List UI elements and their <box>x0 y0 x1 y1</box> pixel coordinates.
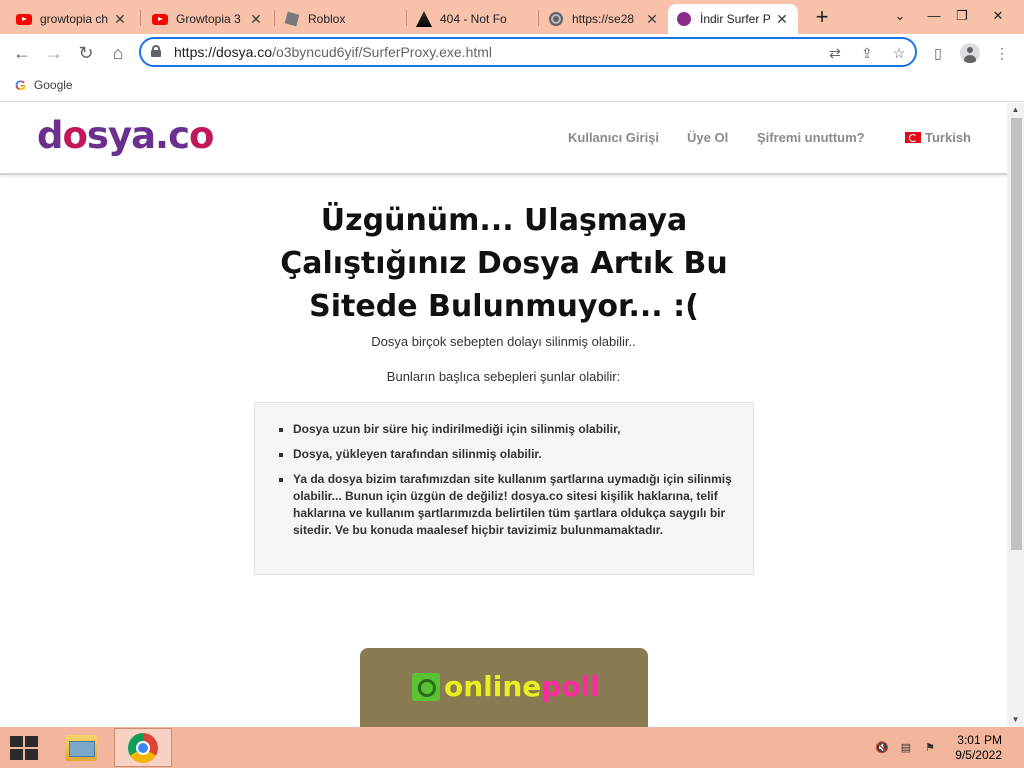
list-item: Dosya uzun bir süre hiç indirilmediği iç… <box>293 421 733 438</box>
action-center-icon[interactable]: ⚑ <box>922 741 938 755</box>
profile-button[interactable] <box>960 43 980 63</box>
folder-icon <box>65 734 97 761</box>
close-window-icon[interactable]: ✕ <box>986 4 1010 28</box>
page-viewport: dosya.co Kullanıcı Girişi Üye Ol Şifremi… <box>0 103 1024 727</box>
close-tab-icon[interactable]: ✕ <box>774 11 790 28</box>
ad-logo: online poll <box>412 670 600 703</box>
ad-word-online: online <box>444 670 542 703</box>
signup-link[interactable]: Üye Ol <box>687 130 728 145</box>
file-explorer-button[interactable] <box>52 728 110 767</box>
surfer-icon <box>676 11 692 27</box>
tab-search-chevron-icon[interactable]: ⌄ <box>888 4 912 28</box>
lock-icon[interactable] <box>151 45 161 57</box>
logo-part: d <box>37 114 63 157</box>
share-icon[interactable]: ⇪ <box>857 43 877 63</box>
youtube-icon <box>152 11 168 27</box>
network-icon[interactable]: ▤ <box>898 741 914 755</box>
reasons-box: Dosya uzun bir süre hiç indirilmediği iç… <box>254 402 754 575</box>
tab-title: Roblox <box>308 12 346 26</box>
tab-title: 404 - Not Fo <box>440 12 507 26</box>
list-item: Ya da dosya bizim tarafımızdan site kull… <box>293 471 733 539</box>
subtitle-1: Dosya birçok sebepten dolayı silinmiş ol… <box>371 334 636 349</box>
close-tab-icon[interactable]: ✕ <box>112 11 128 28</box>
forgot-password-link[interactable]: Şifremi unuttum? <box>757 130 865 145</box>
bookmark-label: Google <box>33 78 73 92</box>
url-text: https://dosya.co/o3byncud6yif/SurferProx… <box>174 44 492 60</box>
restore-icon[interactable]: ❐ <box>950 4 974 28</box>
url-host: https://dosya.co <box>174 44 273 60</box>
site-logo[interactable]: dosya.co <box>37 114 214 157</box>
logo-part: sya <box>86 114 156 157</box>
tab-se28[interactable]: https://se28 ✕ <box>540 4 668 34</box>
page-title: Üzgünüm... Ulaşmaya Çalıştığınız Dosya A… <box>280 203 728 324</box>
chrome-taskbar-button[interactable] <box>114 728 172 767</box>
forgot-label: Şifremi unuttum? <box>757 130 865 145</box>
advertisement-banner[interactable]: online poll <box>360 648 648 727</box>
address-bar[interactable]: https://dosya.co/o3byncud6yif/SurferProx… <box>139 37 917 67</box>
scroll-up-arrow-icon[interactable]: ▲ <box>1007 103 1024 117</box>
url-path: /o3byncud6yif/SurferProxy.exe.html <box>272 44 493 60</box>
scroll-down-arrow-icon[interactable]: ▼ <box>1007 713 1024 727</box>
turkey-flag-icon <box>905 132 921 143</box>
roblox-icon <box>284 11 300 27</box>
logo-part: o <box>189 114 214 157</box>
tab-404-not-found[interactable]: 404 - Not Fo <box>408 4 536 34</box>
bookmark-google[interactable]: G Google <box>15 77 73 93</box>
tab-strip: growtopia ch ✕ Growtopia 3 ✕ Roblox 404 … <box>0 0 1024 34</box>
tab-title: İndir Surfer P <box>700 12 771 26</box>
tab-growtopia-ch[interactable]: growtopia ch ✕ <box>8 4 136 34</box>
close-tab-icon[interactable]: ✕ <box>248 11 264 28</box>
volume-muted-icon[interactable]: 🔇 <box>874 741 890 755</box>
logo-part: o <box>62 114 88 157</box>
avatar-icon <box>960 43 980 63</box>
system-clock[interactable]: 3:01 PM 9/5/2022 <box>955 733 1002 763</box>
subtitle-2: Bunların başlıca sebepleri şunlar olabil… <box>386 369 621 384</box>
language-selector[interactable]: Turkish <box>905 130 971 145</box>
clock-time: 3:01 PM <box>957 733 1002 747</box>
globe-icon <box>548 11 564 27</box>
windows-start-icon[interactable] <box>10 736 38 760</box>
youtube-icon <box>16 11 32 27</box>
tab-roblox[interactable]: Roblox <box>276 4 404 34</box>
browser-toolbar: ← → ↻ ⌂ https://dosya.co/o3byncud6yif/Su… <box>0 34 1024 71</box>
scrollbar-thumb[interactable] <box>1011 118 1022 550</box>
login-link[interactable]: Kullanıcı Girişi <box>568 130 659 145</box>
minimize-icon[interactable]: — <box>922 4 946 28</box>
side-panel-icon[interactable]: ▯ <box>928 43 948 63</box>
new-tab-button[interactable]: + <box>812 6 832 28</box>
bookmark-star-icon[interactable]: ☆ <box>889 43 909 63</box>
tab-title: https://se28 <box>572 12 635 26</box>
windows-taskbar: 🔇 ▤ ⚑ 3:01 PM 9/5/2022 <box>0 727 1024 768</box>
forward-arrow-icon[interactable]: → <box>40 39 68 67</box>
menu-kebab-icon[interactable]: ⋮ <box>992 43 1012 63</box>
warning-icon <box>416 11 432 27</box>
tab-indir-surfer[interactable]: İndir Surfer P ✕ <box>668 4 798 34</box>
bookmarks-bar: G Google <box>0 71 1024 102</box>
translate-icon[interactable]: ⇄ <box>825 43 845 63</box>
page-scrollbar[interactable]: ▲ ▼ <box>1007 103 1024 727</box>
back-arrow-icon[interactable]: ← <box>8 39 36 67</box>
site-header: dosya.co Kullanıcı Girişi Üye Ol Şifremi… <box>0 103 1007 175</box>
google-icon: G <box>15 77 26 93</box>
onlinepoll-icon <box>412 672 440 701</box>
home-icon[interactable]: ⌂ <box>104 39 132 67</box>
logo-part: .c <box>155 114 190 157</box>
list-item: Dosya, yükleyen tarafından silinmiş olab… <box>293 446 733 463</box>
reload-icon[interactable]: ↻ <box>72 39 100 67</box>
tab-title: Growtopia 3 <box>176 12 241 26</box>
ad-word-poll: poll <box>541 670 600 703</box>
tab-title: growtopia ch <box>40 12 109 26</box>
tab-growtopia-3[interactable]: Growtopia 3 ✕ <box>144 4 272 34</box>
close-tab-icon[interactable]: ✕ <box>644 11 660 28</box>
language-label: Turkish <box>925 130 971 145</box>
clock-date: 9/5/2022 <box>955 748 1002 762</box>
chrome-icon <box>128 732 158 763</box>
reasons-list: Dosya uzun bir süre hiç indirilmediği iç… <box>293 421 733 539</box>
